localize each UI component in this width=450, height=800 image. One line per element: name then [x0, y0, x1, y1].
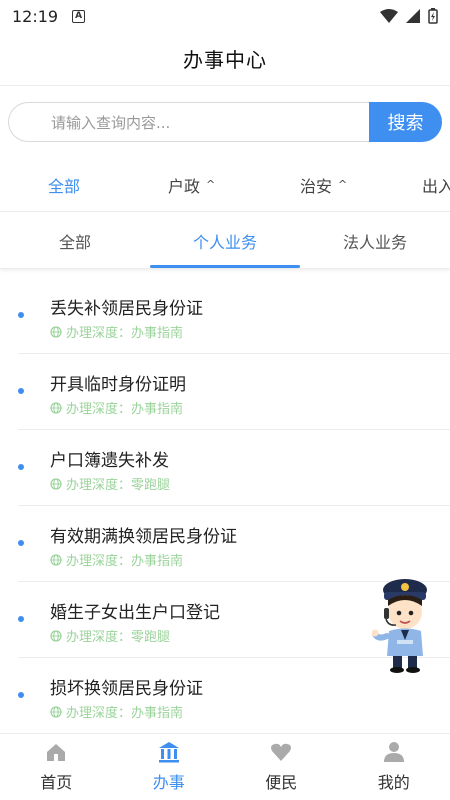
- item-subtitle: 办理深度：办事指南: [50, 322, 183, 341]
- nav-label: 我的: [377, 773, 410, 792]
- signal-icon: [406, 9, 420, 23]
- search-button[interactable]: 搜索: [369, 102, 442, 142]
- globe-icon: [50, 553, 62, 566]
- list-item[interactable]: 有效期满换领居民身份证 办理深度：办事指南: [18, 506, 450, 582]
- item-subtitle: 办理深度：零跑腿: [50, 626, 170, 645]
- globe-icon: [50, 477, 62, 490]
- bullet-dot: [18, 464, 24, 470]
- bullet-dot: [18, 616, 24, 622]
- business-tabs: 全部 个人业务 法人业务: [0, 213, 450, 269]
- chevron-up-icon: ^: [206, 177, 216, 191]
- search-input[interactable]: 请输入查询内容...: [8, 102, 369, 142]
- item-subtitle-text: 办理深度：零跑腿: [66, 630, 171, 645]
- chevron-up-icon: ^: [338, 177, 348, 191]
- nav-home[interactable]: 首页: [0, 734, 113, 800]
- nav-mine[interactable]: 我的: [338, 734, 450, 800]
- category-all[interactable]: 全部: [48, 158, 81, 211]
- bank-icon: [158, 742, 179, 763]
- item-subtitle: 办理深度：办事指南: [50, 702, 183, 721]
- item-title: 有效期满换领居民身份证: [50, 527, 237, 547]
- globe-icon: [50, 705, 62, 718]
- accessibility-icon: A: [72, 9, 86, 23]
- globe-icon: [50, 401, 62, 414]
- globe-icon: [50, 325, 62, 338]
- nav-banshi[interactable]: 办事: [113, 734, 226, 800]
- status-icons: [380, 8, 438, 24]
- item-subtitle-text: 办理深度：零跑腿: [66, 478, 171, 493]
- item-subtitle: 办理深度：办事指南: [50, 550, 183, 569]
- search-bar: 请输入查询内容... 搜索: [8, 102, 442, 142]
- category-label: 治安: [300, 177, 333, 196]
- item-subtitle: 办理深度：办事指南: [50, 398, 183, 417]
- item-subtitle-text: 办理深度：办事指南: [66, 554, 184, 569]
- tab-label: 法人业务: [342, 233, 407, 252]
- item-title: 婚生子女出生户口登记: [50, 603, 220, 623]
- globe-icon: [50, 629, 62, 642]
- item-subtitle-text: 办理深度：办事指南: [66, 326, 184, 341]
- page-title: 办事中心: [183, 48, 267, 72]
- item-subtitle-text: 办理深度：办事指南: [66, 706, 184, 721]
- item-title: 丢失补领居民身份证: [50, 299, 203, 319]
- wifi-icon: [380, 9, 398, 23]
- item-title: 损坏换领居民身份证: [50, 679, 203, 699]
- status-bar: 12:19 A: [0, 0, 450, 32]
- nav-label: 办事: [152, 773, 185, 792]
- list-item[interactable]: 户口簿遗失补发 办理深度：零跑腿: [18, 430, 450, 506]
- category-label: 出入: [422, 177, 450, 196]
- tab-corporate[interactable]: 法人业务: [300, 213, 450, 269]
- bullet-dot: [18, 312, 24, 318]
- nav-label: 便民: [265, 773, 298, 792]
- home-icon: [47, 744, 66, 761]
- app-header: 办事中心: [0, 32, 450, 86]
- category-filter-row: 全部 户政 ^ 治安 ^ 出入: [0, 158, 450, 212]
- nav-label: 首页: [40, 773, 73, 792]
- tab-label: 全部: [58, 233, 91, 252]
- list-item[interactable]: 开具临时身份证明 办理深度：办事指南: [18, 354, 450, 430]
- item-title: 开具临时身份证明: [50, 375, 186, 395]
- tab-underline: [150, 265, 300, 268]
- item-subtitle-text: 办理深度：办事指南: [66, 402, 184, 417]
- status-time: 12:19: [12, 6, 59, 26]
- tab-personal[interactable]: 个人业务: [150, 213, 300, 269]
- category-label: 全部: [48, 177, 81, 196]
- bullet-dot: [18, 540, 24, 546]
- user-icon: [383, 742, 404, 762]
- nav-bianmin[interactable]: 便民: [225, 734, 338, 800]
- heart-icon: [271, 743, 292, 761]
- list-item[interactable]: 丢失补领居民身份证 办理深度：办事指南: [18, 278, 450, 354]
- bullet-dot: [18, 388, 24, 394]
- tab-label: 个人业务: [192, 233, 257, 252]
- bottom-navigation: 首页 办事 便民 我的: [0, 733, 450, 800]
- item-subtitle: 办理深度：零跑腿: [50, 474, 170, 493]
- bullet-dot: [18, 692, 24, 698]
- category-churu[interactable]: 出入: [422, 158, 450, 211]
- item-title: 户口簿遗失补发: [50, 451, 169, 471]
- category-label: 户政: [168, 177, 201, 196]
- police-mascot-button[interactable]: [372, 576, 438, 674]
- tab-all[interactable]: 全部: [0, 213, 150, 269]
- category-zhian[interactable]: 治安 ^: [300, 158, 348, 211]
- category-huzheng[interactable]: 户政 ^: [168, 158, 216, 211]
- battery-icon: [428, 8, 438, 24]
